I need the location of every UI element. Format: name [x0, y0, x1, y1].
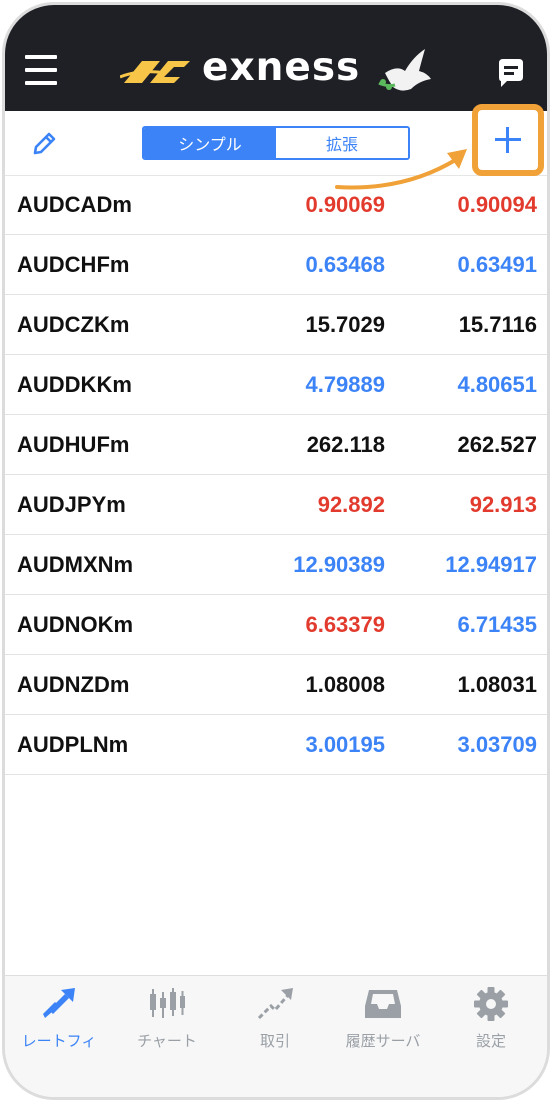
- view-mode-toggle: シンプル 拡張: [142, 126, 410, 160]
- ask-price: 6.71435: [457, 612, 537, 637]
- quote-row[interactable]: AUDCZKm 15.7029 15.7116: [5, 295, 547, 355]
- ask-price: 4.80651: [457, 372, 537, 397]
- add-symbol-button[interactable]: [472, 104, 544, 176]
- ask-price: 0.63491: [457, 252, 537, 277]
- tab-label: 設定: [475, 1032, 506, 1050]
- tab-chart[interactable]: チャート: [113, 976, 221, 1066]
- quote-row[interactable]: AUDPLNm 3.00195 3.03709: [5, 715, 547, 775]
- symbol-name: AUDMXNm: [17, 552, 134, 577]
- quote-row[interactable]: AUDNOKm 6.63379 6.71435: [5, 595, 547, 655]
- ask-price: 3.03709: [457, 732, 537, 757]
- brand-name: exness: [202, 45, 361, 90]
- tab-quotes[interactable]: レートフィ: [5, 976, 113, 1066]
- gear-icon: [474, 987, 508, 1021]
- tab-label: レートフィ: [21, 1032, 97, 1050]
- symbol-name: AUDDKKm: [17, 372, 132, 397]
- pencil-edit-icon[interactable]: [31, 129, 59, 157]
- symbol-name: AUDCZKm: [17, 312, 130, 337]
- tab-label: 履歴サーバ: [345, 1032, 421, 1050]
- symbol-name: AUDCADm: [17, 192, 132, 217]
- exness-logo-mark-icon: [120, 61, 190, 83]
- quote-row[interactable]: AUDDKKm 4.79889 4.80651: [5, 355, 547, 415]
- chat-icon[interactable]: [495, 57, 527, 89]
- tab-label: チャート: [137, 1032, 197, 1050]
- symbol-name: AUDNZDm: [17, 672, 130, 697]
- bid-price: 1.08008: [305, 672, 385, 697]
- inbox-icon: [365, 990, 401, 1018]
- symbol-name: AUDHUFm: [17, 432, 130, 457]
- bid-price: 0.63468: [305, 252, 385, 277]
- segment-advanced[interactable]: 拡張: [276, 128, 408, 158]
- quote-row[interactable]: AUDJPYm 92.892 92.913: [5, 475, 547, 535]
- tab-trade[interactable]: 取引: [221, 976, 329, 1066]
- ask-price: 92.913: [469, 492, 537, 517]
- bid-price: 12.90389: [293, 552, 385, 577]
- ask-price: 0.90094: [457, 192, 537, 217]
- bid-price: 15.7029: [305, 312, 385, 337]
- quotes-toolbar: シンプル 拡張: [5, 104, 547, 176]
- segment-simple[interactable]: シンプル: [144, 128, 276, 158]
- app-header: exness: [5, 5, 547, 111]
- ask-price: 262.527: [457, 432, 537, 457]
- quote-row[interactable]: AUDCHFm 0.63468 0.63491: [5, 235, 547, 295]
- phone-frame: exness シンプル 拡張 AUDCADm 0.90069 0.90094 A…: [2, 2, 550, 1100]
- bid-price: 0.90069: [305, 192, 385, 217]
- ask-price: 1.08031: [457, 672, 537, 697]
- quote-row[interactable]: AUDHUFm 262.118 262.527: [5, 415, 547, 475]
- quote-row[interactable]: AUDMXNm 12.90389 12.94917: [5, 535, 547, 595]
- dove-icon: [378, 49, 431, 91]
- candlestick-chart-icon: [150, 988, 185, 1018]
- tab-label: 取引: [259, 1032, 290, 1050]
- ask-price: 12.94917: [445, 552, 537, 577]
- trade-icon: [257, 988, 293, 1020]
- symbol-name: AUDPLNm: [17, 732, 129, 757]
- exness-logo: exness: [120, 43, 440, 99]
- bid-price: 262.118: [306, 432, 385, 457]
- ask-price: 15.7116: [458, 312, 537, 337]
- quotes-icon: [43, 988, 75, 1018]
- hamburger-menu-icon[interactable]: [25, 55, 57, 85]
- quotes-list: AUDCADm 0.90069 0.90094 AUDCHFm 0.63468 0.634…: [5, 175, 547, 775]
- bid-price: 92.892: [317, 492, 385, 517]
- bid-price: 6.63379: [305, 612, 385, 637]
- symbol-name: AUDNOKm: [17, 612, 134, 637]
- symbol-name: AUDJPYm: [17, 492, 126, 517]
- quote-row[interactable]: AUDNZDm 1.08008 1.08031: [5, 655, 547, 715]
- bid-price: 3.00195: [305, 732, 385, 757]
- bid-price: 4.79889: [305, 372, 385, 397]
- tab-settings[interactable]: 設定: [437, 976, 545, 1066]
- symbol-name: AUDCHFm: [17, 252, 130, 277]
- quote-row[interactable]: AUDCADm 0.90069 0.90094: [5, 175, 547, 235]
- tab-history[interactable]: 履歴サーバ: [329, 976, 437, 1066]
- bottom-tab-bar: レートフィ チャート 取引 履歴サーバ 設定: [5, 975, 547, 1097]
